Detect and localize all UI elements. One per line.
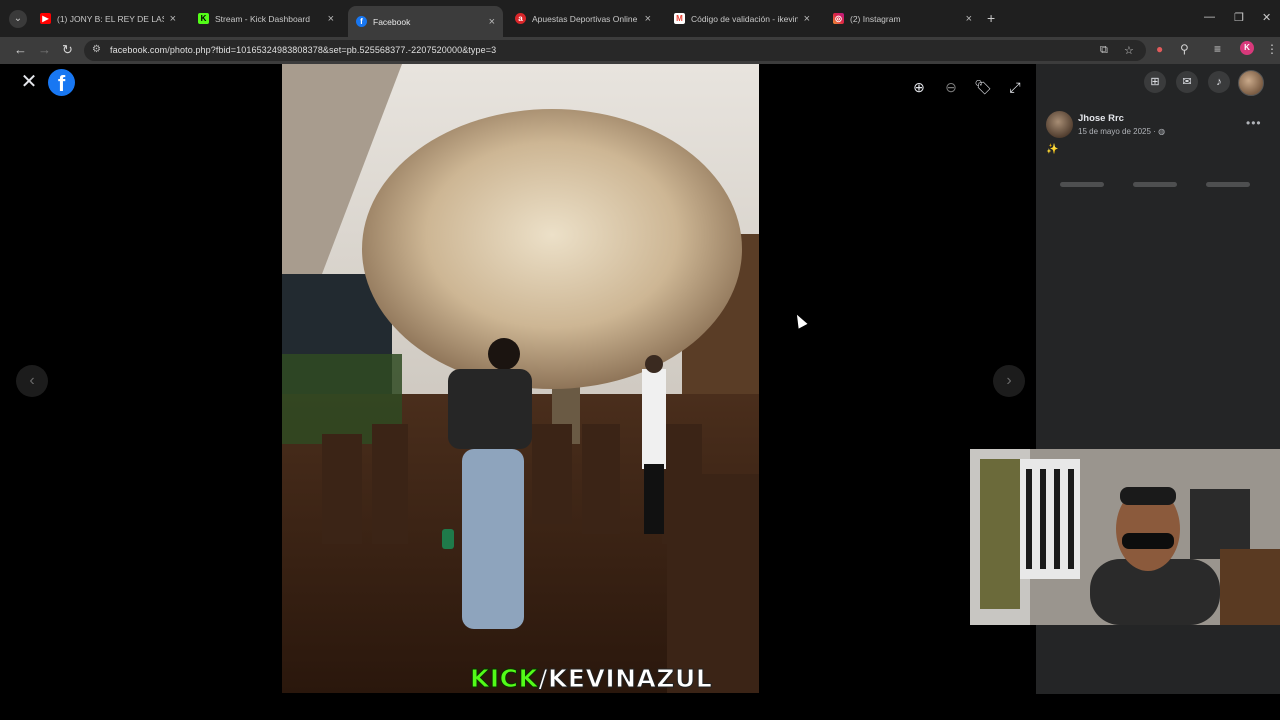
stream-watermark: KICK/KEVINAZUL xyxy=(469,664,713,694)
profile-avatar[interactable]: K xyxy=(1240,41,1254,55)
facebook-logo-icon[interactable]: f xyxy=(48,69,75,96)
tab-title: Stream - Kick Dashboard xyxy=(215,13,310,24)
photo-viewer: ✕ f KICK/KEVINAZUL ⊕ ⊖ 🏷 ⤢ ‹ › xyxy=(0,64,1036,720)
watermark-channel-text: /KEVINAZUL xyxy=(538,664,713,694)
tab-kick-dashboard[interactable]: K Stream - Kick Dashboard × xyxy=(190,6,342,31)
tab-close-icon[interactable]: × xyxy=(645,13,651,25)
bookmark-star-icon[interactable]: ☆ xyxy=(1124,44,1134,57)
close-window-icon[interactable]: ✕ xyxy=(1262,11,1271,24)
address-bar[interactable]: ⚙ facebook.com/photo.php?fbid=1016532498… xyxy=(84,40,1146,61)
tab-gmail[interactable]: M Código de validación - ikevinb… × xyxy=(666,6,818,31)
mouse-cursor-icon xyxy=(792,312,808,329)
media-controls-icon[interactable]: ≡ xyxy=(1214,42,1221,56)
browser-window: ⌄ ▶ (1) JONY B: EL REY DE LAS PEN… × K S… xyxy=(0,0,1280,720)
install-app-icon[interactable]: ⧉ xyxy=(1100,44,1108,57)
tab-title: (1) JONY B: EL REY DE LAS PEN… xyxy=(57,13,164,24)
tab-title: Apuestas Deportivas Online | A… xyxy=(532,13,639,24)
post-date-text: 15 de mayo de 2025 · xyxy=(1078,127,1159,136)
reload-icon[interactable]: ↻ xyxy=(62,42,73,58)
messenger-icon[interactable]: ✉ xyxy=(1176,71,1198,93)
post-date[interactable]: 15 de mayo de 2025 · ◍ xyxy=(1078,127,1165,136)
watermark-kick-text: KICK xyxy=(469,664,539,694)
zoom-out-icon[interactable]: ⊖ xyxy=(941,77,961,97)
account-avatar[interactable] xyxy=(1238,70,1264,96)
loading-placeholder xyxy=(1206,182,1250,187)
more-options-icon[interactable]: ••• xyxy=(1246,116,1262,130)
previous-photo-icon[interactable]: ‹ xyxy=(16,365,48,397)
zoom-in-icon[interactable]: ⊕ xyxy=(909,77,929,97)
tab-close-icon[interactable]: × xyxy=(170,13,176,25)
tab-facebook[interactable]: f Facebook × xyxy=(348,6,503,37)
post-photo[interactable] xyxy=(282,64,759,693)
tab-close-icon[interactable]: × xyxy=(804,13,810,25)
instagram-icon: ◎ xyxy=(833,13,844,24)
url-text[interactable]: facebook.com/photo.php?fbid=101653249838… xyxy=(110,45,496,55)
minimize-icon[interactable]: — xyxy=(1204,11,1215,23)
menu-grid-icon[interactable]: ⊞ xyxy=(1144,71,1166,93)
tab-strip: ⌄ ▶ (1) JONY B: EL REY DE LAS PEN… × K S… xyxy=(0,0,1280,37)
author-avatar[interactable] xyxy=(1046,111,1073,138)
tab-title: Facebook xyxy=(373,16,411,27)
forward-icon[interactable]: → xyxy=(38,42,51,57)
browser-toolbar: ← → ↻ ⚙ facebook.com/photo.php?fbid=1016… xyxy=(0,37,1280,64)
tab-apuestas[interactable]: a Apuestas Deportivas Online | A… × xyxy=(507,6,659,31)
tab-title: (2) Instagram xyxy=(850,13,901,24)
tab-search-icon[interactable]: ⌄ xyxy=(9,10,27,28)
tab-youtube[interactable]: ▶ (1) JONY B: EL REY DE LAS PEN… × xyxy=(32,6,184,31)
site-info-icon[interactable]: ⚙ xyxy=(92,44,101,55)
author-name[interactable]: Jhose Rrc xyxy=(1078,113,1124,124)
facebook-icon: f xyxy=(356,16,367,27)
betting-site-icon: a xyxy=(515,13,526,24)
next-photo-icon[interactable]: › xyxy=(993,365,1025,397)
close-viewer-icon[interactable]: ✕ xyxy=(20,72,38,92)
tab-instagram[interactable]: ◎ (2) Instagram × xyxy=(825,6,980,31)
loading-placeholder xyxy=(1060,182,1104,187)
new-tab-icon[interactable]: + xyxy=(987,10,995,26)
tab-close-icon[interactable]: × xyxy=(489,16,495,28)
loading-placeholder xyxy=(1133,182,1177,187)
browser-menu-icon[interactable]: ⋮ xyxy=(1266,42,1278,56)
streamer-webcam xyxy=(970,449,1280,625)
back-icon[interactable]: ← xyxy=(14,42,27,57)
post-caption: ✨ xyxy=(1046,144,1059,155)
kick-icon: K xyxy=(198,13,209,24)
globe-icon: ◍ xyxy=(1158,127,1166,136)
gmail-icon: M xyxy=(674,13,685,24)
tab-close-icon[interactable]: × xyxy=(328,13,334,25)
extensions-puzzle-icon[interactable]: ⚲ xyxy=(1180,42,1189,56)
fullscreen-icon[interactable]: ⤢ xyxy=(1005,77,1025,97)
tab-close-icon[interactable]: × xyxy=(966,13,972,25)
notifications-bell-icon[interactable]: ♪ xyxy=(1208,71,1230,93)
youtube-icon: ▶ xyxy=(40,13,51,24)
extension-adblock-icon[interactable]: ● xyxy=(1156,42,1163,56)
tab-title: Código de validación - ikevinb… xyxy=(691,13,798,24)
tag-icon[interactable]: 🏷 xyxy=(973,77,993,97)
restore-icon[interactable]: ❐ xyxy=(1234,11,1244,24)
